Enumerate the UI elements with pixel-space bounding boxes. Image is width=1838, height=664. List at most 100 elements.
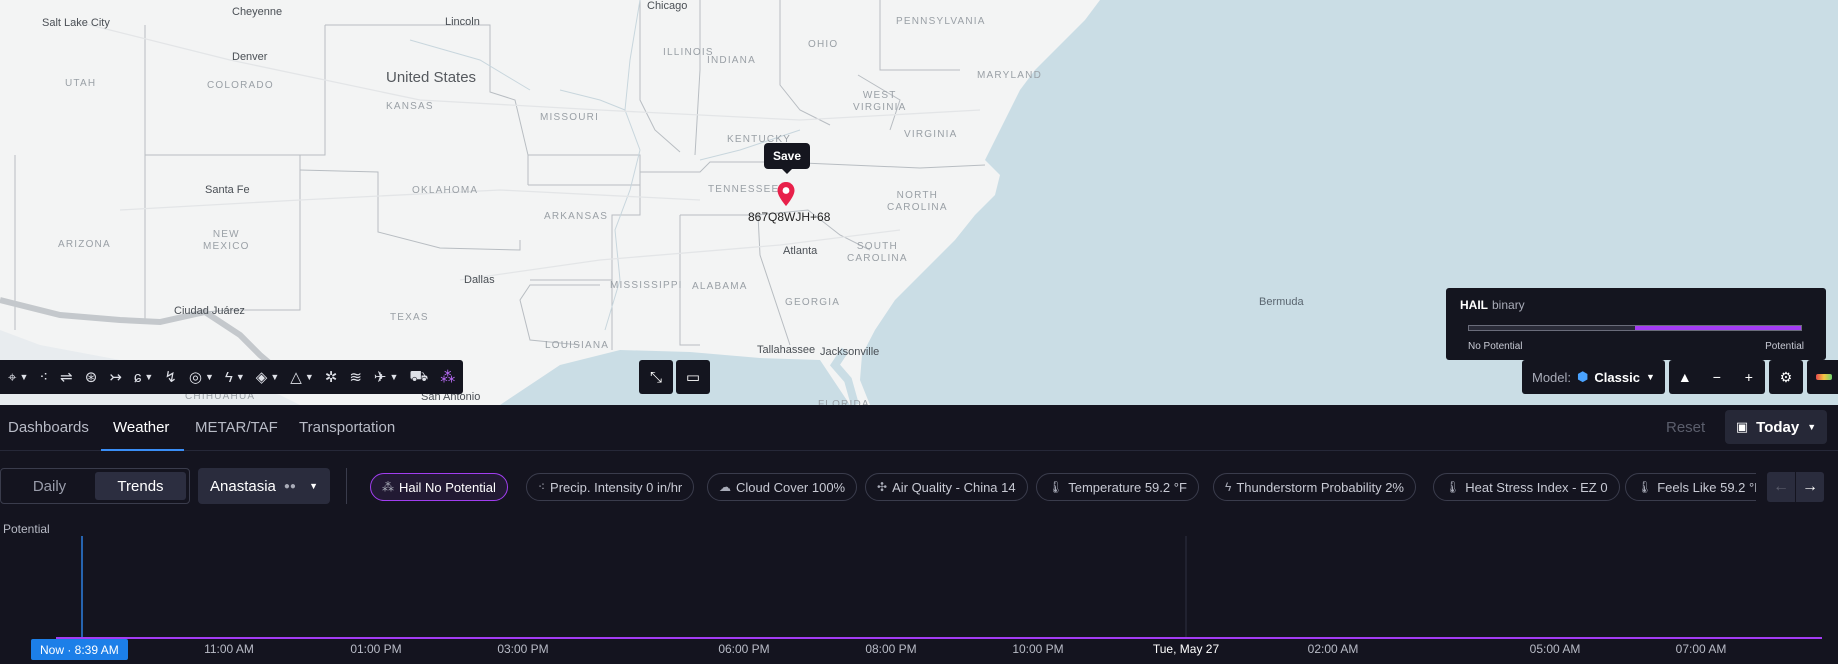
chip-label: Precip. Intensity 0 in/hr [550, 479, 683, 495]
chevron-down-icon[interactable]: ▼ [144, 360, 158, 394]
chip-label: Cloud Cover 100% [736, 479, 846, 495]
location-select[interactable]: Anastasia ●● ▼ [198, 468, 330, 504]
chevron-down-icon: ▼ [309, 481, 318, 491]
tab-dashboards[interactable]: Dashboards [8, 419, 89, 436]
calendar-icon: ▣ [1735, 419, 1749, 434]
x-tick-label: Tue, May 27 [1152, 642, 1220, 656]
route-icon: ⤡ [649, 368, 662, 386]
country-label: United States [386, 69, 477, 86]
chips-scroll-left-button[interactable]: ← [1767, 472, 1795, 502]
chevron-down-icon[interactable]: ▼ [236, 360, 250, 394]
thunderstorm-icon: ϟ [1225, 480, 1232, 494]
cloud-icon: ☁ [719, 480, 731, 494]
state-label: MISSISSIPPI [610, 280, 683, 291]
chevron-down-icon[interactable]: ▼ [205, 360, 219, 394]
map-right-controls: Model: ⬢ Classic ▼ ▲ − + ⚙ [1522, 360, 1838, 394]
model-value: Classic [1594, 369, 1640, 385]
pin-dots-icon: ●● [283, 480, 296, 492]
city-label: Denver [232, 51, 268, 63]
map-settings-button[interactable]: ⚙ [1768, 360, 1803, 394]
city-label: Lincoln [445, 16, 480, 28]
save-tooltip-button[interactable]: Save [764, 143, 811, 174]
chip-label: Air Quality - China 14 [892, 479, 1016, 495]
model-select[interactable]: Model: ⬢ Classic ▼ [1522, 360, 1665, 394]
chevron-down-icon[interactable]: ▼ [389, 360, 403, 394]
today-label: Today [1756, 418, 1800, 436]
state-label: UTAH [65, 78, 97, 89]
city-label: Atlanta [783, 245, 818, 257]
chip-thunderstorm-probability[interactable]: ϟ Thunderstorm Probability 2% [1213, 473, 1416, 501]
hail-legend: HAIL binary No Potential Potential [1446, 288, 1826, 360]
chevron-down-icon: ▼ [1645, 372, 1655, 382]
daily-toggle[interactable]: Daily [4, 472, 95, 500]
city-label: Jacksonville [820, 346, 880, 358]
state-label: WEST VIRGINIA [853, 90, 907, 113]
city-label: Dallas [464, 274, 495, 286]
chip-temperature[interactable]: 🌡 Temperature 59.2 °F [1036, 473, 1199, 501]
color-scale-button[interactable] [1806, 360, 1838, 394]
chip-feels-like[interactable]: 🌡 Feels Like 59.2 °F [1625, 473, 1756, 501]
droplets-icon[interactable]: ⁖ [33, 360, 54, 394]
hurricane-icon[interactable]: ⊛ [79, 360, 104, 394]
x-tick-label: 06:00 PM [718, 642, 770, 656]
zoom-out-icon[interactable]: − [1701, 360, 1733, 394]
compass-north-icon[interactable]: ▲ [1669, 360, 1701, 394]
city-label: Chicago [647, 0, 688, 12]
today-button[interactable]: ▣ Today ▼ [1725, 410, 1827, 444]
hail-icon[interactable]: ⁂ [434, 360, 461, 394]
snow-rain-icon[interactable]: ✲ [319, 360, 344, 394]
truck-icon[interactable]: ⛟ [403, 360, 434, 394]
state-label: INDIANA [707, 55, 756, 66]
state-label: OKLAHOMA [412, 185, 479, 196]
reset-button[interactable]: Reset [1666, 419, 1705, 436]
x-tick-label: 10:00 PM [1012, 642, 1064, 656]
chevron-down-icon[interactable]: ▼ [305, 360, 319, 394]
wind-arrows-icon[interactable]: ↣ [103, 360, 128, 394]
state-label: KANSAS [386, 101, 434, 112]
cube-icon: ⬢ [1577, 369, 1589, 384]
chevron-down-icon[interactable]: ▼ [270, 360, 284, 394]
droplets-icon: ⁖ [538, 480, 546, 494]
chips-scroll-right-button[interactable]: → [1796, 472, 1824, 502]
thermometer-icon: 🌡 [1048, 480, 1064, 494]
tab-metar-taf[interactable]: METAR/TAF [195, 419, 278, 436]
city-label: Santa Fe [205, 184, 250, 196]
state-label: TENNESSEE [708, 184, 780, 195]
chip-heat-stress-index[interactable]: 🌡 Heat Stress Index - EZ 0 [1433, 473, 1620, 501]
state-label: COLORADO [207, 80, 274, 91]
chip-label: Temperature 59.2 °F [1068, 479, 1187, 495]
location-pin-icon[interactable] [776, 181, 796, 207]
chip-air-quality[interactable]: ✣ Air Quality - China 14 [865, 473, 1028, 501]
state-label: ARIZONA [58, 239, 111, 250]
ruler-tool-button[interactable]: ▭ [676, 360, 710, 394]
lightning-strike-icon[interactable]: ↯ [158, 360, 183, 394]
feather-icon[interactable]: ≋ [343, 360, 368, 394]
person-thermometer-icon: 🌡 [1637, 480, 1653, 494]
state-label: MARYLAND [977, 70, 1042, 81]
state-label: PENNSYLVANIA [896, 16, 986, 27]
metric-chips: ⁂ Hail No Potential ⁖ Precip. Intensity 0 … [370, 473, 1756, 501]
city-label: Cheyenne [232, 6, 283, 18]
sliders-icon[interactable]: ⇌ [54, 360, 79, 394]
chip-precip-intensity[interactable]: ⁖ Precip. Intensity 0 in/hr [526, 473, 695, 501]
color-scale-icon [1815, 374, 1832, 380]
x-tick-label: 03:00 PM [497, 642, 549, 656]
x-tick-label: 08:00 PM [865, 642, 917, 656]
hail-trend-chart[interactable]: Potential 11:00 AM 01:00 PM 03:00 PM 06:00 … [0, 520, 1838, 664]
route-tool-button[interactable]: ⤡ [639, 360, 673, 394]
chip-hail[interactable]: ⁂ Hail No Potential [370, 473, 508, 501]
zoom-in-icon[interactable]: + [1733, 360, 1765, 394]
state-label: ARKANSAS [544, 211, 609, 222]
chip-label: Thunderstorm Probability 2% [1236, 479, 1404, 495]
trends-toggle[interactable]: Trends [95, 472, 186, 500]
weather-map[interactable]: United States Bermuda Salt Lake City Chey… [0, 0, 1838, 405]
state-label: MISSOURI [540, 112, 600, 123]
heat-thermometer-icon: 🌡 [1445, 480, 1461, 494]
pin-plus-code: 867Q8WJH+68 [748, 210, 831, 224]
tab-weather[interactable]: Weather [113, 419, 169, 436]
tab-transportation[interactable]: Transportation [299, 419, 395, 436]
chevron-down-icon[interactable]: ▼ [19, 360, 33, 394]
ocean-label: Bermuda [1259, 296, 1304, 308]
state-label: ALABAMA [692, 281, 748, 292]
chip-cloud-cover[interactable]: ☁ Cloud Cover 100% [707, 473, 858, 501]
